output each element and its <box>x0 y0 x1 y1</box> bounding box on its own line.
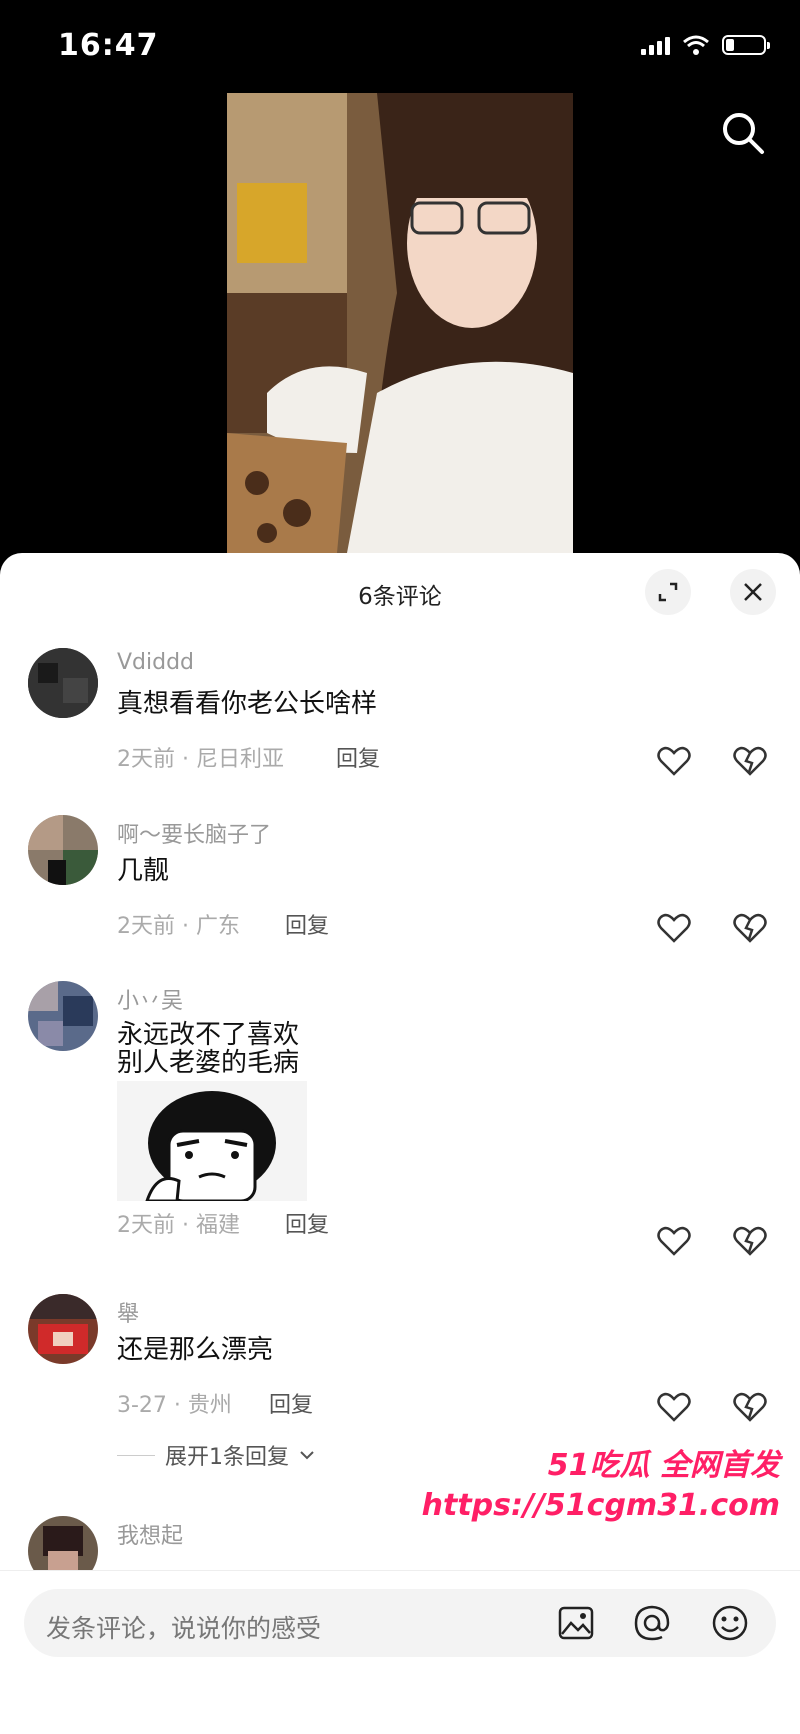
expand-icon <box>658 582 678 602</box>
like-button[interactable] <box>657 745 691 777</box>
emoji-button[interactable] <box>710 1603 750 1643</box>
mention-button[interactable] <box>632 1603 672 1643</box>
smiley-icon <box>712 1605 748 1641</box>
comment-input[interactable]: 发条评论，说说你的感受 <box>24 1589 776 1657</box>
comment-meta: 3-27 · 贵州 <box>117 1393 232 1418</box>
expand-sheet-button[interactable] <box>645 569 691 615</box>
reply-button[interactable]: 回复 <box>285 908 329 940</box>
status-bar: 16:47 <box>0 0 800 90</box>
image-icon <box>558 1606 594 1640</box>
battery-icon <box>722 35 770 55</box>
comment-meta: 2天前 · 广东 <box>117 914 240 939</box>
comment-username[interactable]: Vdiddd <box>117 650 194 675</box>
avatar[interactable] <box>28 1294 98 1364</box>
dislike-button[interactable] <box>733 1225 767 1257</box>
at-icon <box>634 1605 670 1641</box>
wifi-icon <box>683 35 709 55</box>
comment-username[interactable]: 啊～要长脑子了 <box>117 817 271 849</box>
dislike-button[interactable] <box>733 912 767 944</box>
dislike-button[interactable] <box>733 1391 767 1423</box>
heart-icon <box>657 1226 691 1256</box>
expand-replies-button[interactable]: 展开1条回复 <box>117 1439 315 1471</box>
comment-username[interactable]: 舉 <box>117 1296 139 1328</box>
dislike-button[interactable] <box>733 745 767 777</box>
broken-heart-icon <box>733 1392 767 1422</box>
avatar[interactable] <box>28 648 98 718</box>
broken-heart-icon <box>733 913 767 943</box>
watermark-brand: 51吃瓜 全网首发 <box>547 1448 780 1483</box>
image-button[interactable] <box>556 1603 596 1643</box>
comment-meta: 2天前 · 尼日利亚 <box>117 747 284 772</box>
heart-icon <box>657 913 691 943</box>
like-button[interactable] <box>657 1391 691 1423</box>
search-icon <box>723 113 764 154</box>
status-time: 16:47 <box>58 28 159 63</box>
status-icons <box>641 34 770 56</box>
broken-heart-icon <box>733 1226 767 1256</box>
comment-text: 真想看看你老公长啥样 <box>117 689 378 719</box>
comment-sheet: 6条评论 Vdiddd 真想看看你老公长啥样 2天前 · 尼日利亚 回复 啊～要… <box>0 553 800 1733</box>
like-button[interactable] <box>657 912 691 944</box>
divider <box>117 1454 155 1456</box>
watermark-url: https://51cgm31.com <box>421 1488 780 1523</box>
comment-sticker-image[interactable] <box>117 1081 307 1203</box>
avatar[interactable] <box>28 981 98 1051</box>
video-frame-image <box>227 93 573 553</box>
comment-input-bar: 发条评论，说说你的感受 <box>0 1570 800 1734</box>
comment-username[interactable]: 我想起 <box>117 1518 183 1550</box>
reply-button[interactable]: 回复 <box>285 1207 329 1239</box>
heart-icon <box>657 746 691 776</box>
signal-icon <box>641 35 670 55</box>
reply-button[interactable]: 回复 <box>336 741 380 773</box>
close-sheet-button[interactable] <box>730 569 776 615</box>
comment-username[interactable]: 小丷吴 <box>117 983 183 1015</box>
comment-text: 还是那么漂亮 <box>117 1335 274 1365</box>
close-icon <box>744 583 762 601</box>
comment-text: 几靓 <box>117 856 170 886</box>
search-button[interactable] <box>718 108 768 158</box>
heart-icon <box>657 1392 691 1422</box>
comment-text-line: 永远改不了喜欢 <box>117 1020 300 1050</box>
chevron-down-icon <box>300 1451 314 1460</box>
comment-text-line: 别人老婆的毛病 <box>117 1048 300 1078</box>
reply-button[interactable]: 回复 <box>269 1387 313 1419</box>
expand-replies-label: 展开1条回复 <box>165 1445 289 1470</box>
video-player[interactable] <box>227 93 573 553</box>
like-button[interactable] <box>657 1225 691 1257</box>
avatar[interactable] <box>28 815 98 885</box>
comment-input-placeholder: 发条评论，说说你的感受 <box>46 1614 322 1643</box>
watermark: 51吃瓜 全网首发 https://51cgm31.com <box>422 1440 780 1523</box>
comment-text: 永远改不了喜欢 别人老婆的毛病 <box>117 1021 299 1077</box>
broken-heart-icon <box>733 746 767 776</box>
comment-meta: 2天前 · 福建 <box>117 1213 240 1238</box>
